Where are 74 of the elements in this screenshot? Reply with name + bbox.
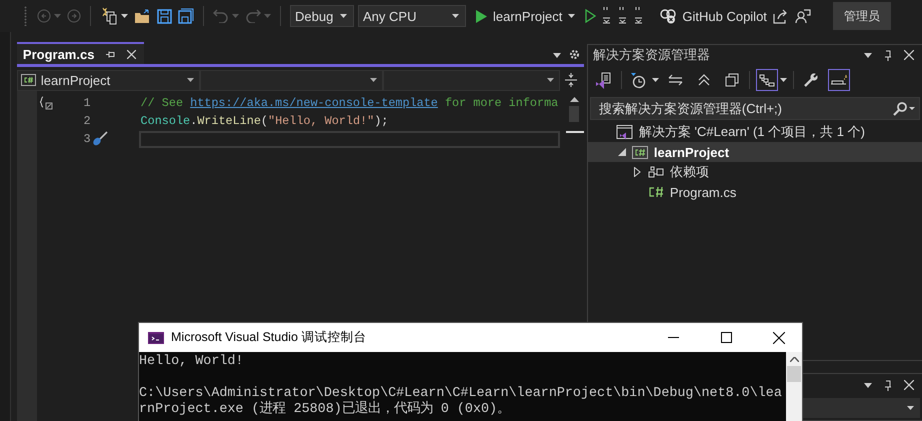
caret-icon[interactable] — [121, 14, 128, 18]
panel-title: 解决方案资源管理器 — [592, 46, 710, 64]
console-icon — [148, 332, 164, 344]
scroll-thumb[interactable] — [569, 106, 580, 122]
tree-item[interactable]: Program.cs — [588, 182, 922, 202]
caret-icon[interactable] — [652, 78, 659, 82]
maximize-icon[interactable] — [720, 332, 732, 343]
play-icon[interactable] — [476, 10, 487, 22]
dependencies-icon — [648, 166, 664, 178]
project-dropdown[interactable]: learnProject — [16, 70, 200, 90]
hierarchy-icon[interactable] — [756, 69, 778, 91]
share-icon[interactable] — [772, 8, 789, 24]
step-icon[interactable] — [634, 6, 644, 26]
copilot-icon[interactable] — [660, 8, 676, 24]
search-field[interactable]: 搜索解决方案资源管理器(Ctrl+;) — [590, 97, 920, 120]
start-button[interactable]: learnProject — [472, 8, 580, 24]
tree-item[interactable]: 依赖项 — [588, 162, 922, 182]
csharp-project-icon — [20, 74, 36, 86]
outline-icon[interactable] — [38, 96, 53, 110]
csharp-project-icon — [632, 146, 648, 158]
close-icon[interactable] — [773, 332, 785, 344]
scroll-thumb[interactable] — [787, 366, 801, 382]
line-number: 3 — [82, 132, 91, 146]
caret-icon[interactable] — [452, 14, 459, 18]
minimize-icon[interactable] — [668, 337, 678, 338]
collapsed-icon[interactable] — [634, 167, 641, 177]
tree-item[interactable]: learnProject — [588, 142, 922, 162]
line-number: 1 — [82, 96, 91, 110]
caret-icon[interactable] — [864, 52, 872, 58]
step-icon[interactable] — [618, 6, 628, 26]
code-line: Console.WriteLine("Hello, World!"); — [140, 114, 388, 128]
run-without-debugging-icon[interactable] — [585, 9, 596, 23]
scroll-up-icon[interactable] — [790, 357, 798, 362]
line-number: 2 — [82, 114, 91, 128]
search-icon[interactable] — [893, 102, 915, 116]
caret-icon[interactable] — [340, 14, 347, 18]
screwdriver-icon[interactable] — [90, 131, 109, 147]
tree-item[interactable]: 解决方案 'C#Learn' (1 个项目，共 1 个) — [588, 122, 922, 142]
new-project-icon[interactable] — [100, 7, 118, 25]
feedback-icon[interactable] — [794, 8, 811, 24]
caret-icon[interactable] — [186, 78, 194, 82]
settings-icon[interactable] — [568, 49, 580, 60]
caret-icon[interactable] — [546, 78, 554, 82]
link[interactable]: https://aka.ms/new-console-template — [190, 96, 438, 110]
save-icon[interactable] — [157, 8, 172, 24]
caret-icon[interactable] — [780, 78, 787, 82]
code-line: // See https://aka.ms/new-console-template for more informa — [140, 96, 558, 110]
window-title: Microsoft Visual Studio 调试控制台 — [171, 329, 366, 346]
copilot-button[interactable]: GitHub Copilot — [660, 8, 767, 24]
solution-icon — [616, 124, 633, 140]
scroll-up-icon[interactable] — [570, 97, 579, 102]
folder-icon[interactable] — [134, 8, 151, 24]
tab-list-icon[interactable] — [552, 53, 561, 58]
scrollbar[interactable] — [786, 352, 802, 421]
caret-icon[interactable] — [907, 406, 914, 410]
csharp-file-icon — [648, 186, 664, 198]
step-icon[interactable] — [602, 6, 612, 26]
caret-icon[interactable] — [568, 14, 576, 18]
pin-icon[interactable] — [884, 380, 892, 390]
editor-tab[interactable]: Program.cs — [16, 42, 144, 64]
pin-icon[interactable] — [106, 50, 116, 58]
split-icon[interactable] — [564, 73, 577, 87]
preview-icon[interactable] — [828, 69, 850, 91]
save-all-icon[interactable] — [178, 8, 194, 24]
platform-dropdown[interactable]: Any CPU — [358, 5, 466, 27]
account-button[interactable]: 管理员 — [832, 2, 891, 30]
caret-icon[interactable] — [370, 78, 377, 82]
configuration-dropdown[interactable]: Debug — [290, 5, 354, 27]
console-line: rnProject.exe (进程 25808)已退出，代码为 0 (0x0)。 — [139, 402, 512, 418]
console-line: Hello, World! — [139, 354, 244, 370]
pin-icon[interactable] — [884, 50, 892, 60]
caret-icon[interactable] — [864, 382, 872, 388]
console-line: C:\Users\Administrator\Desktop\C#Learn\C#Learn\learnProject\bin\Debug\net8.0\lea — [139, 386, 783, 401]
expanded-icon[interactable] — [618, 148, 626, 156]
